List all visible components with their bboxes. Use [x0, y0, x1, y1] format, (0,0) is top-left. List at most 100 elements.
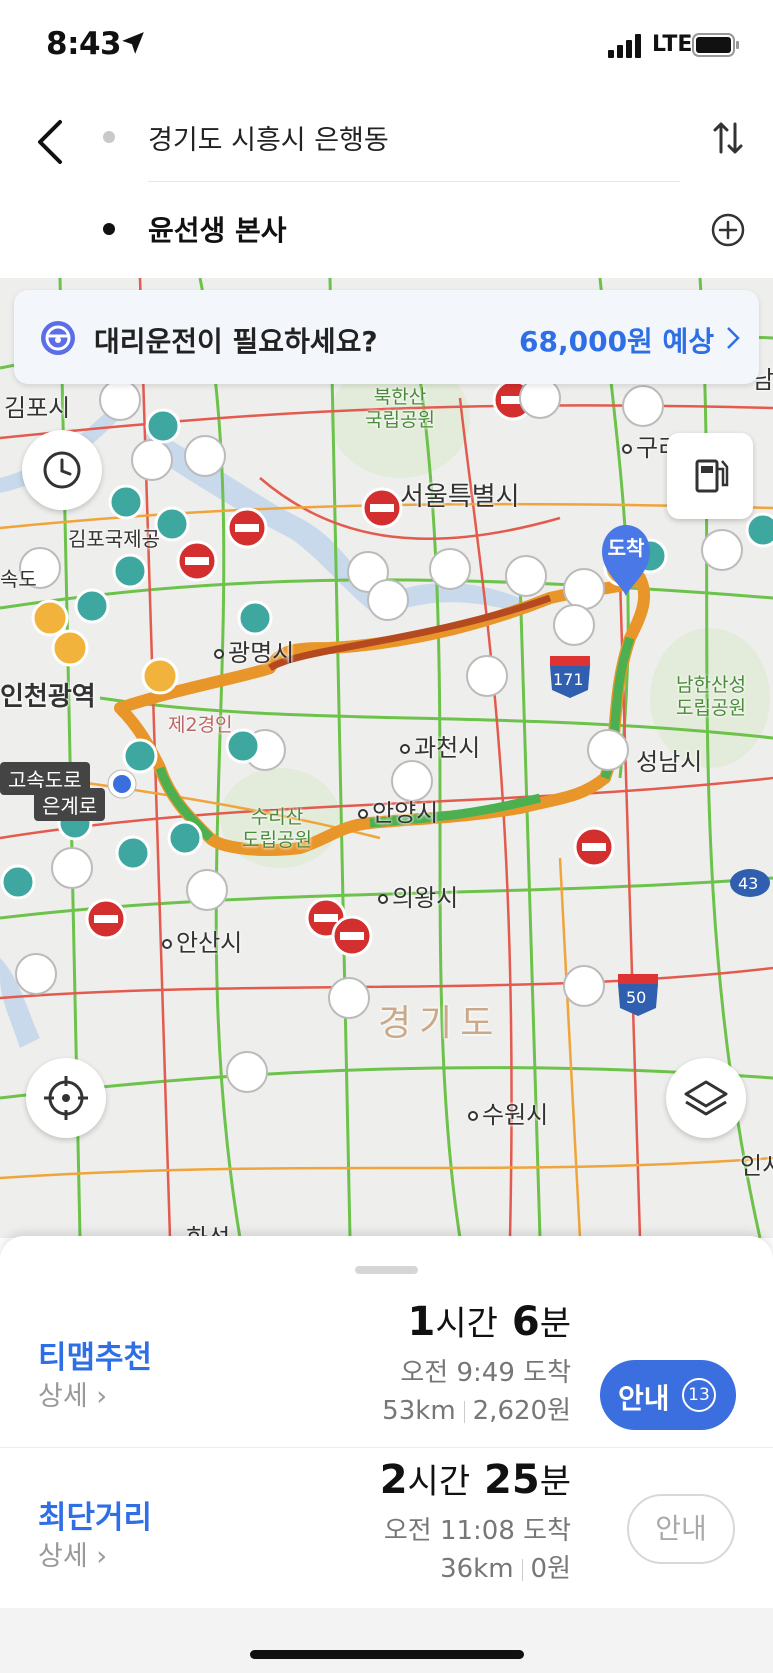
cctv-icon: [226, 1051, 268, 1093]
route-duration: 1시간 6분: [407, 1299, 571, 1345]
place-label-seongnam: 성남시: [636, 748, 703, 776]
favorite-star-icon: [51, 629, 89, 667]
cctv-icon: [51, 847, 93, 889]
fuel-icon: [695, 459, 729, 493]
place-label-incheon: 인천광역: [0, 682, 96, 712]
swap-icon[interactable]: [712, 118, 744, 158]
place-label-inchi: 인시: [740, 1152, 773, 1180]
chevron-right-icon: [727, 327, 740, 349]
cctv-icon: [563, 965, 605, 1007]
history-button[interactable]: [22, 430, 102, 510]
layers-icon: [684, 1080, 728, 1116]
destination-pin[interactable]: 도착: [598, 522, 654, 598]
start-navigation-button[interactable]: 안내: [627, 1494, 735, 1564]
sheet-grabber[interactable]: [355, 1266, 418, 1274]
place-label-hwaseong: 화성: [186, 1224, 231, 1238]
place-label-surisan: 수리산 도립공원: [242, 806, 312, 851]
route-shield-number: 50: [626, 988, 647, 1007]
route-shield-number: 43: [738, 874, 759, 893]
route-congested-segment: [268, 594, 552, 672]
no-entry-icon: [573, 826, 615, 868]
poi-pin-icon: [237, 600, 273, 636]
poi-pin-icon: [74, 588, 110, 624]
poi-pin-icon: [112, 553, 148, 589]
cctv-icon: [15, 953, 57, 995]
my-location-button[interactable]: [26, 1058, 106, 1138]
cctv-icon: [587, 729, 629, 771]
cctv-icon: [328, 977, 370, 1019]
navigation-badge: 13: [682, 1378, 716, 1412]
route-duration: 2시간 25분: [379, 1457, 571, 1503]
route-name: 최단거리: [38, 1500, 153, 1536]
place-label-gimpo-airport: 김포국제공: [68, 527, 160, 551]
cctv-icon: [466, 655, 508, 697]
cctv-icon: [505, 555, 547, 597]
location-arrow-icon: [122, 32, 144, 54]
favorite-star-icon: [141, 657, 179, 695]
no-entry-icon: [331, 915, 373, 957]
home-indicator: [250, 1650, 524, 1659]
map-view[interactable]: 171 50 43 김포시 김포국제공 속도 광명시 서울특별시 북한산 국립공…: [0, 278, 773, 1238]
destination-pin-label: 도착: [607, 536, 645, 560]
route-detail-link[interactable]: 상세 ›: [38, 1534, 107, 1573]
cctv-icon: [429, 548, 471, 590]
poi-pin-icon: [154, 506, 190, 542]
no-entry-icon: [361, 487, 403, 529]
clock-icon: [43, 451, 81, 489]
road-label-second-gyeongin: 제2경인: [168, 714, 233, 736]
status-time: 8:43: [46, 26, 122, 62]
route-distance-toll: 53km 2,620원: [382, 1396, 571, 1426]
designated-driver-banner[interactable]: 대리운전이 필요하세요? 68,000원 예상: [14, 290, 759, 384]
origin-field[interactable]: 경기도 시흥시 은행동: [148, 118, 389, 157]
cctv-icon: [184, 435, 226, 477]
favorite-star-icon: [31, 599, 69, 637]
road-label: 속도: [0, 567, 37, 591]
start-navigation-button[interactable]: 안내 13: [600, 1360, 736, 1430]
no-entry-icon: [226, 507, 268, 549]
place-label-ansan: 안산시: [162, 923, 242, 958]
cctv-icon: [701, 529, 743, 571]
driver-banner-text: 대리운전이 필요하세요?: [94, 325, 378, 358]
no-entry-icon: [176, 540, 218, 582]
place-label-anyang: 안양시: [358, 793, 438, 828]
poi-pin-icon: [115, 835, 151, 871]
place-label-gwangmyeong: 광명시: [214, 633, 294, 668]
route-detail-link[interactable]: 상세 ›: [38, 1374, 107, 1413]
status-bar: 8:43 LTE: [0, 0, 773, 92]
cctv-icon: [519, 377, 561, 419]
crosshair-icon: [44, 1076, 88, 1120]
add-waypoint-icon[interactable]: [710, 212, 746, 248]
route-name: 티맵추천: [38, 1340, 153, 1376]
chevron-right-icon: ›: [96, 1541, 108, 1572]
road-label-eungye: 은계로: [34, 788, 106, 821]
cctv-icon: [186, 869, 228, 911]
route-arrival: 오전 11:08 도착: [383, 1516, 571, 1546]
cctv-icon: [553, 604, 595, 646]
poi-pin-icon: [122, 738, 158, 774]
route-distance-toll: 36km 0원: [440, 1554, 571, 1584]
route-option-shortest[interactable]: 최단거리 상세 › 2시간 25분 오전 11:08 도착 36km 0원 안내: [0, 1448, 773, 1616]
place-label-namhansanseong: 남한산성 도립공원: [676, 674, 746, 719]
poi-pin-icon: [167, 820, 203, 856]
cctv-icon: [622, 385, 664, 427]
origin-dot-icon: [103, 131, 115, 143]
no-entry-icon: [85, 898, 127, 940]
place-label-suwon: 수원시: [468, 1095, 548, 1130]
map-layers-button[interactable]: [666, 1058, 746, 1138]
cctv-icon: [99, 379, 141, 421]
back-icon[interactable]: [30, 112, 74, 172]
steering-wheel-icon: [41, 321, 75, 355]
driver-banner-price: 68,000원 예상: [519, 325, 715, 358]
route-shield-number: 171: [553, 670, 584, 689]
place-label-seoul: 서울특별시: [400, 482, 520, 512]
route-option-recommended[interactable]: 티맵추천 상세 › 1시간 6분 오전 9:49 도착 53km 2,620원 안…: [0, 1280, 773, 1448]
cctv-icon: [131, 439, 173, 481]
gas-station-button[interactable]: [667, 433, 753, 519]
cctv-icon: [367, 579, 409, 621]
poi-pin-icon: [0, 864, 36, 900]
place-label-gwacheon: 과천시: [400, 728, 480, 763]
poi-pin-icon: [108, 484, 144, 520]
poi-pin-icon: [145, 408, 181, 444]
destination-field[interactable]: 윤선생 본사: [148, 209, 287, 249]
chevron-right-icon: ›: [96, 1381, 108, 1412]
